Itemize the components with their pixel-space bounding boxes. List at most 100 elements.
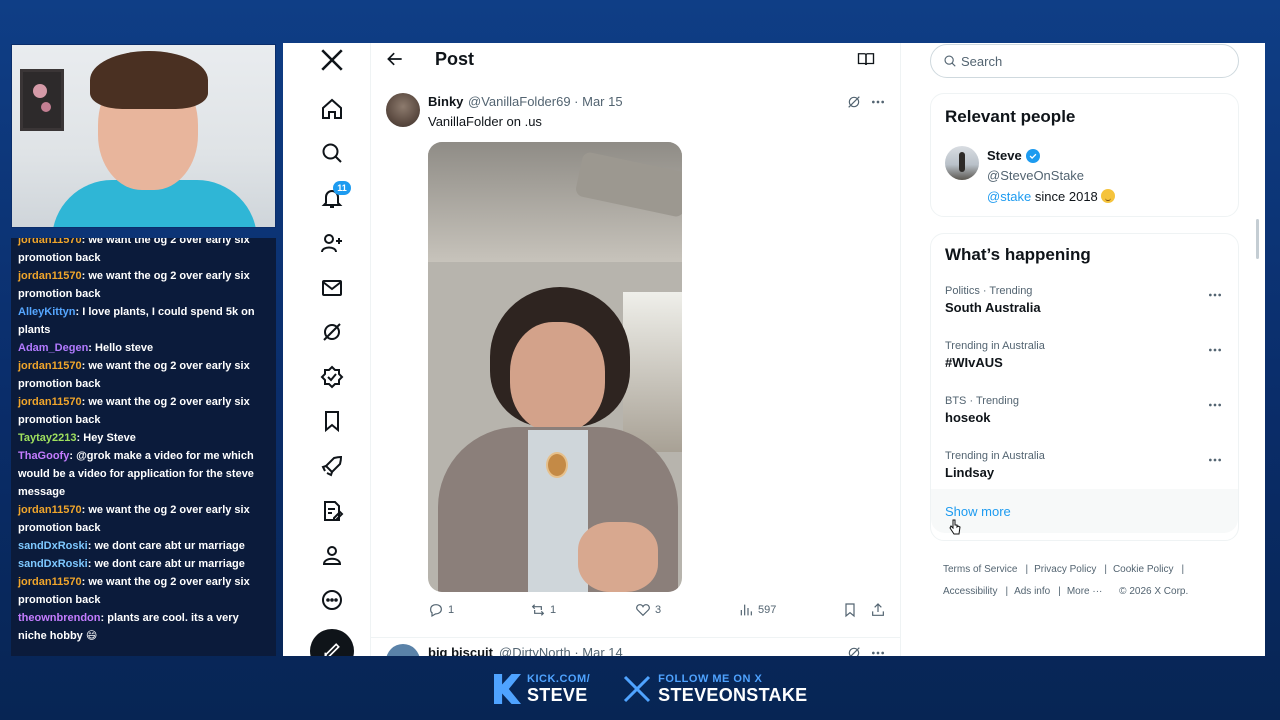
show-more-button[interactable]: Show more [931,489,1238,535]
stream-chat: jordan11570: we want the og 2 over early… [11,238,276,656]
x-logo-icon[interactable] [312,43,352,80]
articles-icon[interactable] [312,491,352,531]
share-icon [872,603,884,616]
reply-count: 1 [448,604,455,616]
trend-more-icon[interactable] [1207,342,1223,358]
verified-badge-icon [1026,149,1040,163]
search-icon [944,55,956,67]
chat-username: jordan11570 [18,360,82,372]
chat-username: jordan11570 [18,576,82,588]
bio-link[interactable]: @stake [987,189,1031,204]
tweet-more-icon[interactable] [870,94,888,112]
x-page: 11 Post Binky @VanillaFolder69 · Mar 15 … [283,43,1265,656]
show-more-label: Show more [945,504,1011,519]
x-big-text: STEVEONSTAKE [658,685,808,705]
tweet-author-handle[interactable]: @VanillaFolder69 · Mar 15 [468,94,623,109]
trend-more-icon[interactable] [1207,287,1223,303]
chat-message: jordan11570: we want the og 2 over early… [18,576,250,606]
rocket-icon[interactable] [312,446,352,486]
main-column: Post Binky @VanillaFolder69 · Mar 15 Van… [371,43,901,656]
chat-username: sandDxRoski [18,540,88,552]
trend-item[interactable]: Trending in Australia Lindsay [945,450,1235,480]
next-tweet[interactable]: big biscuit @DirtyNorth · Mar 14 [371,637,901,656]
whats-happening-title: What’s happening [945,245,1091,264]
chat-message: AlleyKittyn: I love plants, I could spen… [18,306,255,336]
person-avatar[interactable] [945,146,979,180]
like-button[interactable]: 3 [635,602,661,618]
messages-icon[interactable] [312,268,352,308]
hand-cursor-icon [949,519,961,535]
bookmarks-icon[interactable] [312,401,352,441]
bio-text: since 2018 [1031,189,1098,204]
back-arrow-icon[interactable] [385,49,407,71]
chat-message: sandDxRoski: we dont care abt ur marriag… [18,540,245,552]
accessibility-link[interactable]: Accessibility [943,586,997,597]
tweet-video[interactable] [428,142,682,592]
kick-big-text: STEVE [527,685,588,705]
chat-username: AlleyKittyn [18,306,76,318]
follow-icon[interactable] [312,223,352,263]
reply-icon [430,604,442,618]
trend-name: South Australia [945,300,1041,315]
wall-art [20,69,64,131]
tweet-author-avatar[interactable] [386,93,420,127]
search-input[interactable]: Search [930,44,1239,78]
tweet-more-icon[interactable] [870,645,886,656]
notifications-icon[interactable]: 11 [312,178,352,218]
chat-message: jordan11570: we want the og 2 over early… [18,270,250,300]
share-button[interactable] [870,602,886,618]
views-icon [740,604,752,616]
compose-post-button[interactable] [310,629,354,656]
relevant-people-title: Relevant people [945,107,1076,126]
next-tweet-author-handle[interactable]: @DirtyNorth · Mar 14 [499,645,623,656]
chat-username: jordan11570 [18,270,82,282]
chat-username: jordan11570 [18,396,82,408]
chat-username: theownbrendon [18,612,101,624]
next-tweet-avatar[interactable] [386,644,420,656]
trend-item[interactable]: BTS · Trending hoseok [945,395,1235,425]
trend-more-icon[interactable] [1207,452,1223,468]
grok-explain-icon[interactable] [846,94,864,112]
heart-icon [636,604,650,617]
bookmark-button[interactable] [842,602,858,618]
trend-item[interactable]: Trending in Australia #WIvAUS [945,340,1235,370]
tweet-text: VanillaFolder on .us [428,114,542,129]
post-header: Post [371,43,901,77]
profile-icon[interactable] [312,535,352,575]
terms-link[interactable]: Terms of Service [943,564,1017,575]
privacy-link[interactable]: Privacy Policy [1034,564,1096,575]
chat-username: Taytay2213 [18,432,77,444]
search-placeholder: Search [961,54,1003,69]
bookmark-icon [845,603,855,618]
person-handle[interactable]: @SteveOnStake [987,168,1084,183]
tweet-author-name[interactable]: Binky [428,94,463,109]
home-icon[interactable] [312,89,352,129]
chat-message: sandDxRoski: we dont care abt ur marriag… [18,558,245,570]
next-tweet-author-name[interactable]: big biscuit [428,645,493,656]
reply-button[interactable]: 1 [428,602,454,618]
grok-icon[interactable] [312,312,352,352]
grok-explain-icon[interactable] [846,645,862,656]
trend-name: hoseok [945,410,991,425]
reader-mode-icon[interactable] [857,50,877,70]
trend-meta: Trending in Australia [945,340,1045,352]
trend-meta: BTS · Trending [945,395,1019,407]
verified-orgs-icon[interactable] [312,357,352,397]
chat-message: theownbrendon: plants are cool. its a ve… [18,612,239,642]
trend-item[interactable]: Politics · Trending South Australia [945,285,1235,315]
trend-more-icon[interactable] [1207,397,1223,413]
explore-icon[interactable] [312,133,352,173]
trend-name: Lindsay [945,465,995,480]
video-person-face [510,322,605,432]
ads-info-link[interactable]: Ads info [1014,586,1050,597]
more-link[interactable]: More ··· [1067,586,1103,597]
video-car-window [623,292,682,452]
repost-button[interactable]: 1 [530,602,556,618]
smile-emoji-icon [1100,189,1115,203]
person-bio: @stake since 2018 [987,189,1115,204]
views-button[interactable]: 597 [738,602,776,618]
scrollbar[interactable] [1256,219,1259,259]
more-menu-icon[interactable] [312,580,352,620]
person-name[interactable]: Steve [987,148,1022,163]
cookie-link[interactable]: Cookie Policy [1113,564,1174,575]
